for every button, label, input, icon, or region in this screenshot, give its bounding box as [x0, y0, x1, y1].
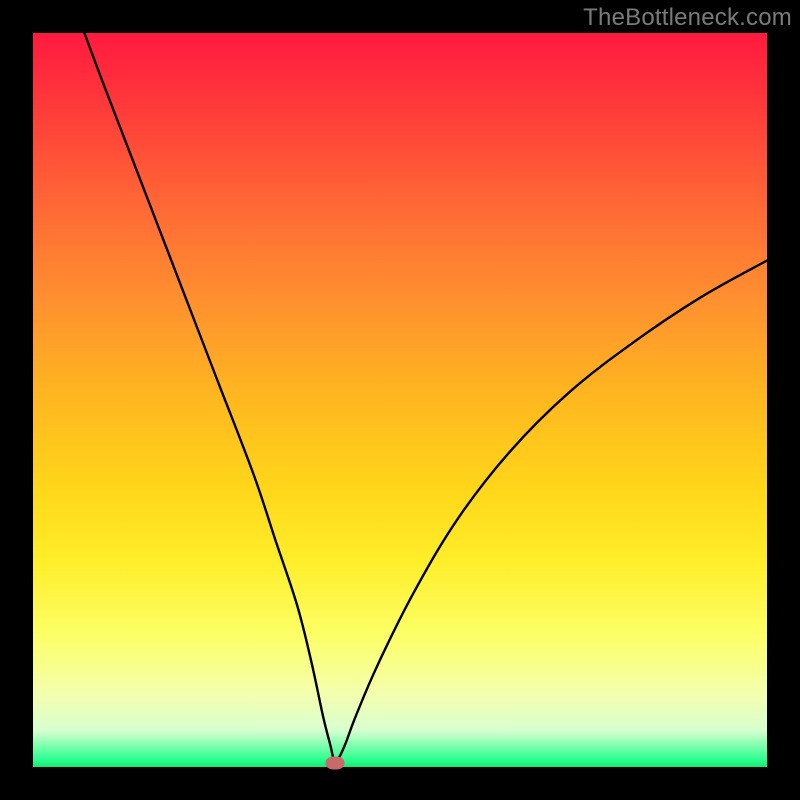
chart-frame: TheBottleneck.com — [0, 0, 800, 800]
chart-plot-area — [33, 33, 767, 767]
bottleneck-curve — [84, 33, 767, 762]
minimum-marker — [326, 756, 345, 769]
watermark-text: TheBottleneck.com — [583, 4, 792, 32]
curve-svg — [33, 33, 767, 767]
